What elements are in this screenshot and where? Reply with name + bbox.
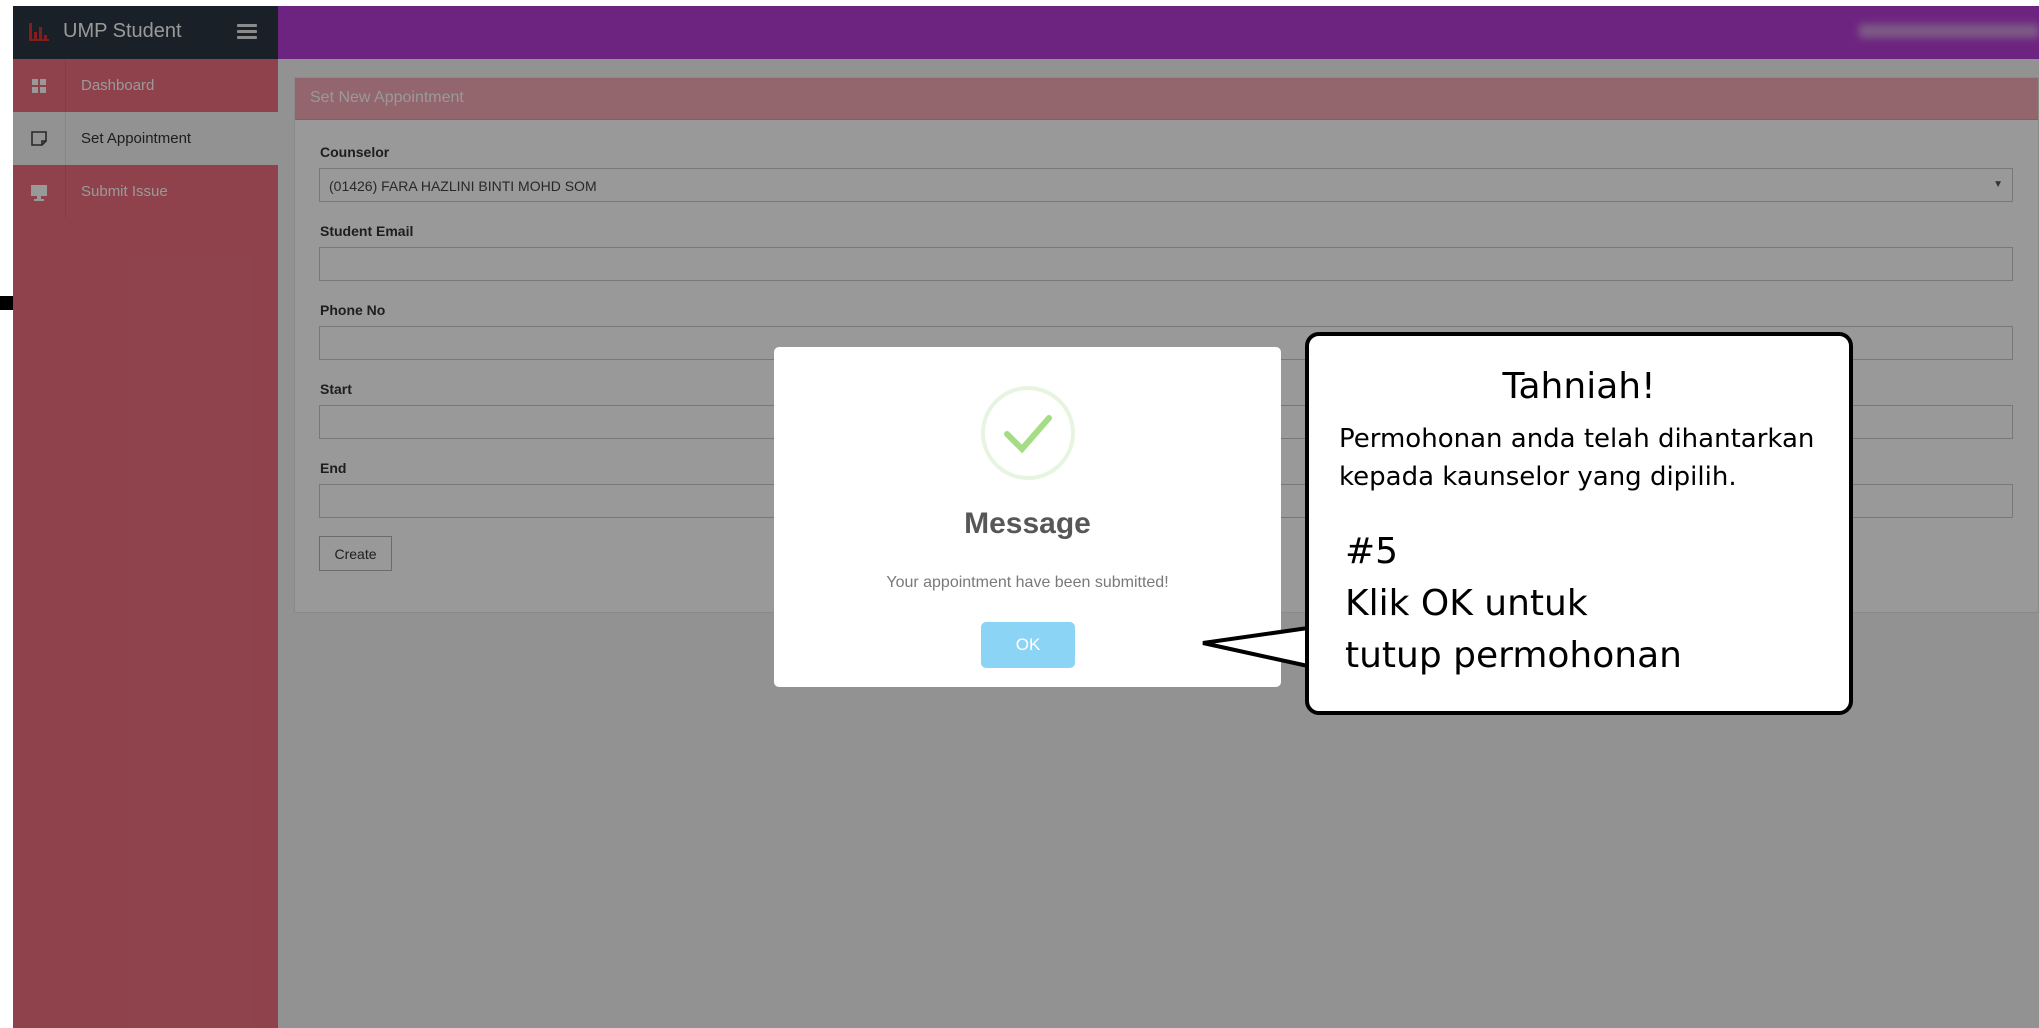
instruction-line-2: tutup permohonan [1345,635,1682,676]
instruction-callout: Tahniah! Permohonan anda telah dihantark… [1305,332,1853,715]
callout-step: #5 Klik OK untuk tutup permohonan [1345,526,1682,682]
step-number: #5 [1345,531,1399,572]
callout-title: Tahniah! [1502,366,1656,407]
ok-button[interactable]: OK [981,622,1075,668]
dialog-message: Your appointment have been submitted! [886,574,1169,591]
success-circle [981,386,1075,480]
instruction-line-1: Klik OK untuk [1345,583,1588,624]
app-screen: UMP Student Dashboard Set Appointment Su… [13,6,2039,1028]
callout-pointer [1202,626,1311,670]
dialog-title: Message [964,507,1091,540]
callout-message: Permohonan anda telah dihantarkan kepada… [1339,424,1815,492]
check-icon [1004,415,1052,454]
edge-marker [0,296,14,310]
